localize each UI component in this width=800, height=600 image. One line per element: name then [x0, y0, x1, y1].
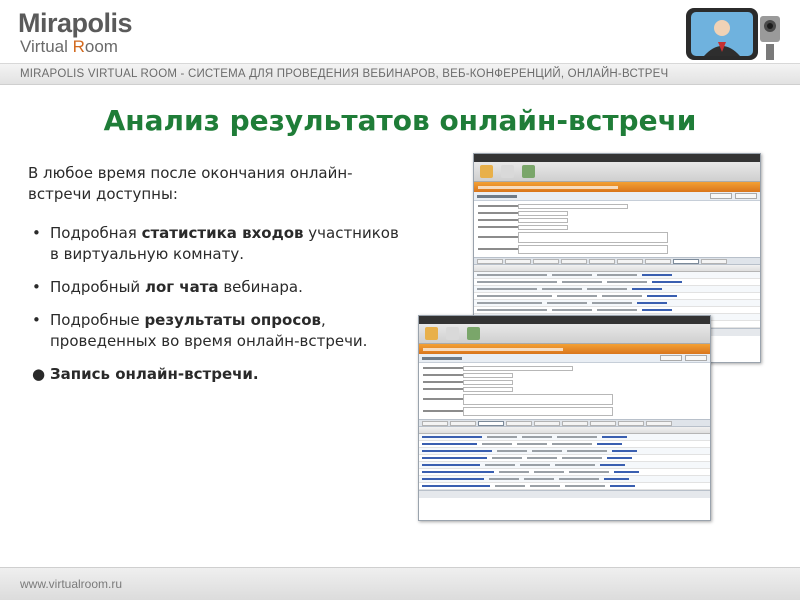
- bullet-bold: лог чата: [144, 278, 219, 296]
- list-item-poll-results: • Подробные результаты опросов, проведен…: [32, 310, 402, 352]
- bullet-marker: •: [32, 224, 41, 242]
- bullet-bold: статистика входов: [141, 224, 304, 242]
- list-item-entry-stats: • Подробная статистика входов участников…: [32, 223, 402, 265]
- logo-sub-text: Virtual Room: [18, 38, 132, 56]
- intro-text: В любое время после окончания онлайн-вст…: [28, 164, 353, 203]
- slide-title: Анализ результатов онлайн-встречи: [103, 104, 697, 137]
- bullet-text: Подробный: [50, 278, 145, 296]
- screenshot-poll-results: [418, 315, 711, 521]
- bullet-text: Подробные: [50, 311, 145, 329]
- logo-sub-suffix: oom: [84, 37, 118, 56]
- header-band-text: MIRAPOLIS VIRTUAL ROOM - СИСТЕМА ДЛЯ ПРО…: [20, 68, 669, 80]
- bullet-bold: результаты опросов: [144, 311, 322, 329]
- logo-sub-accent: R: [72, 37, 85, 56]
- bullet-text: Подробная: [50, 224, 142, 242]
- feature-list: • Подробная статистика входов участников…: [32, 223, 402, 397]
- list-item-chat-log: • Подробный лог чата вебинара.: [32, 277, 402, 298]
- footer-band: www.virtualroom.ru: [0, 567, 800, 600]
- logo-main-text: Mirapolis: [18, 8, 133, 38]
- bullet-text: Запись онлайн-встречи.: [50, 365, 259, 383]
- bullet-text: вебинара.: [218, 278, 303, 296]
- list-item-recording: ● Запись онлайн-встречи.: [32, 364, 402, 385]
- bullet-marker: •: [32, 278, 41, 296]
- footer-url: www.virtualroom.ru: [20, 577, 123, 591]
- mirapolis-logo: Mirapolis Virtual Room: [18, 8, 133, 56]
- header-band: MIRAPOLIS VIRTUAL ROOM - СИСТЕМА ДЛЯ ПРО…: [0, 63, 800, 85]
- presenter-webcam-icon: [680, 2, 790, 66]
- bullet-marker: ●: [32, 365, 46, 383]
- logo-sub-prefix: Virtual: [20, 37, 73, 56]
- bullet-marker: •: [32, 311, 41, 329]
